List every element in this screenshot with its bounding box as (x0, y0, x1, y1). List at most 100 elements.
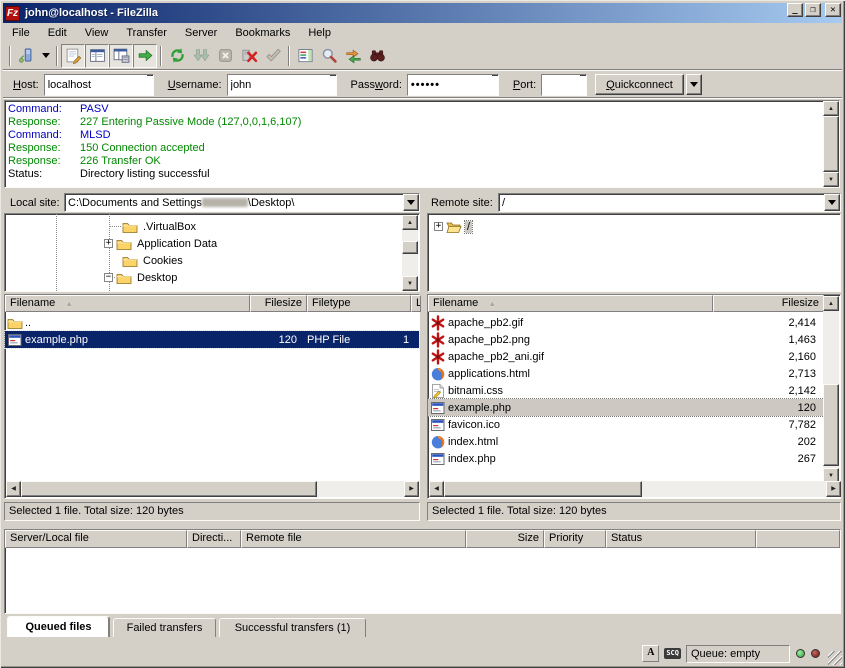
toolbar (3, 42, 842, 69)
combo-dropdown-button[interactable] (403, 194, 419, 211)
username-input[interactable] (228, 75, 330, 95)
log-line: Command:PASV (8, 103, 819, 116)
refresh-button[interactable] (165, 44, 189, 68)
tree-expander-minus[interactable] (104, 273, 113, 282)
process-queue-button[interactable] (189, 44, 213, 68)
file-row-apache-pb2-png[interactable]: apache_pb2.png 1,463 (428, 331, 824, 348)
menu-bar: File Edit View Transfer Server Bookmarks… (3, 23, 842, 42)
menu-edit[interactable]: Edit (39, 25, 76, 41)
file-row-index-php[interactable]: index.php 267 (428, 450, 824, 467)
scrollbar-thumb[interactable] (402, 241, 418, 254)
file-row-applications-html[interactable]: applications.html 2,713 (428, 365, 824, 382)
host-input[interactable] (45, 75, 147, 95)
menu-bookmarks[interactable]: Bookmarks (226, 25, 299, 41)
column-header-direction[interactable]: Directi... (187, 530, 241, 548)
toggle-queue-button[interactable] (133, 44, 157, 68)
port-input[interactable] (542, 75, 580, 95)
local-tree-scrollbar[interactable] (402, 215, 418, 291)
remote-list-hscrollbar[interactable] (429, 481, 841, 497)
file-row-apache-pb2-gif[interactable]: apache_pb2.gif 2,414 (428, 314, 824, 331)
scroll-up-arrow[interactable] (823, 101, 839, 116)
local-list-header: Filename Filesize Filetype L (5, 295, 419, 312)
file-row-apache-pb2-ani-gif[interactable]: apache_pb2_ani.gif 2,160 (428, 348, 824, 365)
log-scrollbar[interactable] (823, 101, 839, 187)
minimize-button[interactable] (787, 3, 803, 17)
site-manager-dropdown-button[interactable] (38, 44, 53, 68)
remote-list-vscrollbar[interactable] (823, 296, 839, 483)
scrollbar-thumb[interactable] (823, 384, 839, 466)
menu-file[interactable]: File (3, 25, 39, 41)
scroll-up-arrow[interactable] (823, 296, 839, 311)
column-header-filesize[interactable]: Filesize (250, 295, 307, 312)
file-row-favicon-ico[interactable]: favicon.ico 7,782 (428, 416, 824, 433)
tab-queued-files[interactable]: Queued files (7, 616, 110, 637)
disconnect-button[interactable] (237, 44, 261, 68)
tree-item-root[interactable]: / (434, 218, 472, 235)
menu-help[interactable]: Help (299, 25, 340, 41)
directory-listing-filters-button[interactable] (293, 44, 317, 68)
tree-item-virtualbox[interactable]: .VirtualBox (119, 218, 198, 235)
file-row-example-php[interactable]: example.php 120 PHP File 1 (5, 331, 419, 348)
scroll-right-arrow[interactable] (404, 481, 419, 497)
column-header-server-local-file[interactable]: Server/Local file (5, 530, 187, 548)
tree-expander-plus[interactable] (104, 239, 113, 248)
scroll-up-arrow[interactable] (402, 215, 418, 230)
scroll-down-arrow[interactable] (823, 172, 839, 187)
html-file-icon (430, 366, 446, 382)
tab-successful-transfers[interactable]: Successful transfers (1) (219, 618, 366, 637)
file-row-parent-dir[interactable]: .. (5, 314, 419, 331)
column-header-size[interactable]: Size (466, 530, 544, 548)
cancel-operation-button[interactable] (213, 44, 237, 68)
column-header-status[interactable]: Status (606, 530, 756, 548)
menu-transfer[interactable]: Transfer (117, 25, 176, 41)
scrollbar-thumb[interactable] (823, 116, 839, 172)
redacted-username (202, 198, 248, 207)
close-button[interactable] (825, 3, 841, 17)
tree-expander-plus[interactable] (434, 222, 443, 231)
site-manager-button[interactable] (14, 44, 38, 68)
reconnect-button[interactable] (261, 44, 285, 68)
resize-grip[interactable] (828, 651, 842, 665)
scroll-right-arrow[interactable] (826, 481, 841, 497)
menu-server[interactable]: Server (176, 25, 226, 41)
scroll-left-arrow[interactable] (6, 481, 21, 497)
local-list-hscrollbar[interactable] (6, 481, 419, 497)
password-input[interactable] (408, 75, 492, 95)
toggle-local-tree-button[interactable] (85, 44, 109, 68)
tree-item-application-data[interactable]: Application Data (104, 235, 219, 252)
transfer-queue: Server/Local file Directi... Remote file… (4, 529, 841, 614)
tree-item-cookies[interactable]: Cookies (119, 252, 185, 269)
tab-failed-transfers[interactable]: Failed transfers (113, 618, 216, 637)
quickconnect-dropdown-button[interactable] (686, 74, 702, 95)
remote-site-combo[interactable]: / (498, 193, 841, 212)
remote-site-path: / (499, 197, 824, 209)
file-row-index-html[interactable]: index.html 202 (428, 433, 824, 450)
log-line: Response:226 Transfer OK (8, 155, 819, 168)
toggle-remote-tree-button[interactable] (109, 44, 133, 68)
scroll-down-arrow[interactable] (402, 276, 418, 291)
column-header-priority[interactable]: Priority (544, 530, 606, 548)
column-header-remote-file[interactable]: Remote file (241, 530, 466, 548)
column-header-filetype[interactable]: Filetype (307, 295, 411, 312)
find-files-button[interactable] (365, 44, 389, 68)
menu-view[interactable]: View (76, 25, 118, 41)
scrollbar-thumb[interactable] (21, 481, 317, 497)
column-header-filesize[interactable]: Filesize (713, 295, 824, 312)
maximize-button[interactable] (805, 3, 821, 17)
scrollbar-thumb[interactable] (444, 481, 642, 497)
file-row-bitnami-css[interactable]: bitnami.css 2,142 (428, 382, 824, 399)
toggle-message-log-button[interactable] (61, 44, 85, 68)
scroll-left-arrow[interactable] (429, 481, 444, 497)
tree-item-desktop[interactable]: Desktop (104, 269, 179, 286)
directory-comparison-button[interactable] (317, 44, 341, 68)
column-header-filename[interactable]: Filename (428, 295, 713, 312)
column-header-filename[interactable]: Filename (5, 295, 250, 312)
title-bar[interactable]: Fz john@localhost - FileZilla (3, 3, 842, 23)
synchronized-browsing-button[interactable] (341, 44, 365, 68)
column-header-last-modified[interactable]: L (411, 295, 421, 312)
local-site-combo[interactable]: C:\Documents and Settings\Desktop\ (64, 193, 420, 212)
quickconnect-button[interactable]: Quickconnect (595, 74, 684, 95)
combo-dropdown-button[interactable] (824, 194, 840, 211)
local-file-list: Filename Filesize Filetype L .. example.… (4, 294, 420, 499)
file-row-example-php[interactable]: example.php 120 (428, 399, 824, 416)
